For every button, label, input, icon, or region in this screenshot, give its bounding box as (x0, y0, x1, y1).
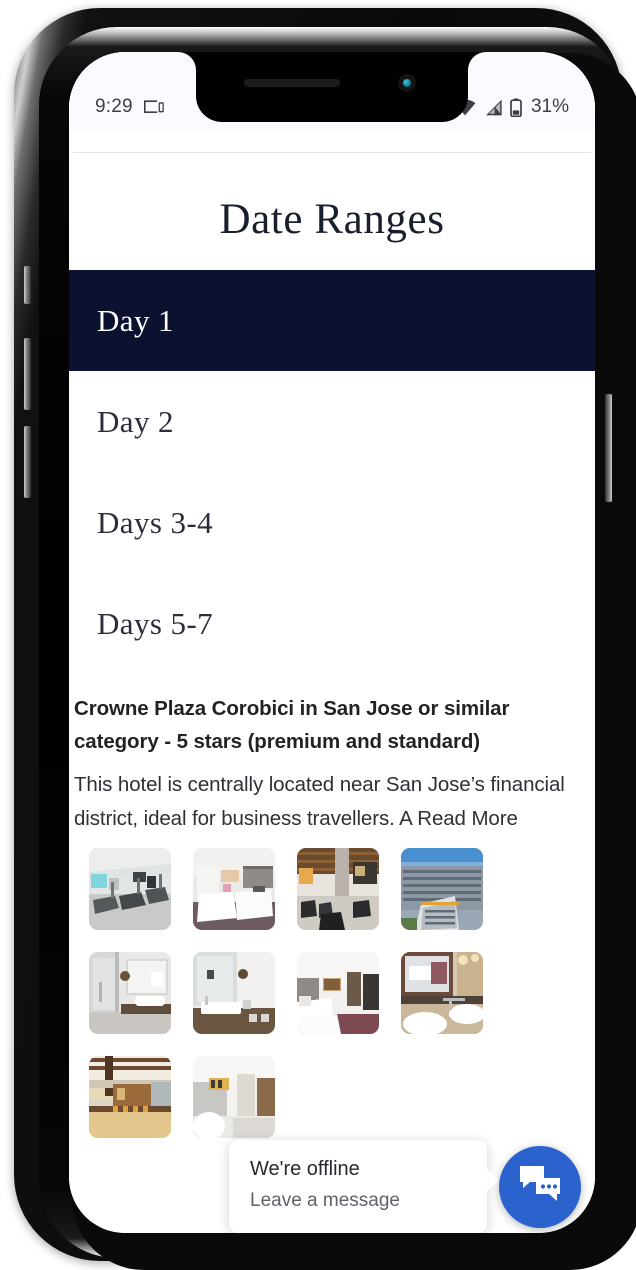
front-camera-icon (398, 74, 416, 92)
camera-lens (403, 79, 411, 87)
hotel-title: Crowne Plaza Corobici in San Jose or sim… (74, 697, 510, 754)
restaurant-bar-thumbnail[interactable] (89, 1055, 171, 1138)
chat-offline-subtitle: Leave a message (250, 1190, 400, 1212)
bathroom-vanity-thumbnail[interactable] (193, 951, 275, 1034)
hotel-thumbnail-grid (74, 847, 590, 1138)
chat-offline-bubble[interactable]: We're offline Leave a message (229, 1140, 487, 1233)
volume-down-button[interactable] (24, 426, 31, 498)
date-range-item-days-5-7[interactable]: Days 5-7 (69, 573, 595, 674)
twin-bedroom-thumbnail[interactable] (193, 847, 275, 930)
main-content: Date Ranges Day 1 Day 2 Days 3-4 Days 5-… (69, 153, 595, 1233)
earpiece-speaker-icon (244, 79, 340, 87)
chat-widget: We're offline Leave a message (229, 1140, 581, 1233)
status-bar-left: 9:29 (95, 96, 164, 118)
date-range-item-days-3-4[interactable]: Days 3-4 (69, 472, 595, 573)
date-range-label: Days 3-4 (97, 504, 213, 540)
display-notch (196, 52, 468, 122)
date-range-item-day-1[interactable]: Day 1 (69, 270, 595, 371)
status-time: 9:29 (95, 96, 133, 117)
chat-offline-title: We're offline (250, 1158, 360, 1181)
app-viewport: 9:29 31% Date Ranges Day 1 Day 2 Days 3-… (69, 52, 595, 1233)
phone-outer-frame: 9:29 31% Date Ranges Day 1 Day 2 Days 3-… (14, 8, 636, 1270)
guest-room-thumbnail[interactable] (297, 951, 379, 1034)
hotel-exterior-thumbnail[interactable] (401, 847, 483, 930)
phone-mockup: 9:29 31% Date Ranges Day 1 Day 2 Days 3-… (0, 0, 636, 1270)
read-more-link[interactable]: Read More (417, 807, 518, 830)
date-range-label: Days 5-7 (97, 605, 213, 641)
battery-percent: 31% (530, 96, 569, 117)
fitness-center-thumbnail[interactable] (89, 847, 171, 930)
hotel-info-block: Crowne Plaza Corobici in San Jose or sim… (69, 674, 595, 1138)
power-button[interactable] (605, 394, 612, 502)
chat-bubbles-icon (518, 1164, 562, 1209)
corridor-room-thumbnail[interactable] (193, 1055, 275, 1138)
lobby-lounge-thumbnail[interactable] (297, 847, 379, 930)
date-range-item-day-2[interactable]: Day 2 (69, 371, 595, 472)
date-range-list: Day 1 Day 2 Days 3-4 Days 5-7 (69, 270, 595, 674)
phone-screen: 9:29 31% Date Ranges Day 1 Day 2 Days 3-… (69, 52, 595, 1233)
volume-up-button[interactable] (24, 338, 31, 410)
status-bar-right: 31% (454, 96, 569, 118)
hotel-description: This hotel is centrally located near San… (74, 768, 590, 834)
cell-signal-icon (483, 99, 503, 116)
page-title: Date Ranges (219, 196, 445, 243)
bathroom-shower-thumbnail[interactable] (89, 951, 171, 1034)
cast-screen-icon (143, 99, 164, 115)
mute-switch[interactable] (24, 266, 31, 304)
battery-icon (510, 98, 522, 117)
date-range-label: Day 1 (97, 302, 174, 338)
bathroom-basin-thumbnail[interactable] (401, 951, 483, 1034)
chat-launcher-button[interactable] (499, 1145, 581, 1228)
date-range-label: Day 2 (97, 403, 174, 439)
